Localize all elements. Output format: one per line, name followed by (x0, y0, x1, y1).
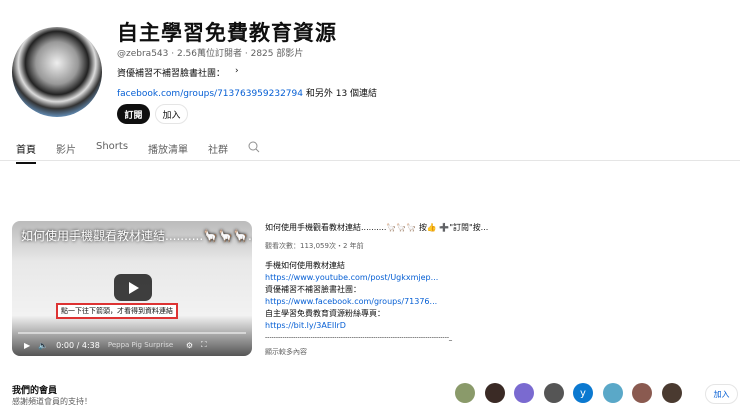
channel-title: 自主學習免費教育資源 (117, 21, 337, 45)
player-controls: ▶ 🔈 0:00 / 4:38 Peppa Pig Surprise（佩佩豬） … (12, 334, 252, 356)
description-link[interactable]: https://www.youtube.com/post/Ugkxmjep... (265, 272, 495, 284)
time-display: 0:00 / 4:38 (56, 340, 100, 350)
channel-handle: @zebra543 (117, 49, 169, 59)
settings-icon[interactable]: ⚙ (186, 341, 193, 350)
description-line: 資優補習不補習臉書社團： (265, 285, 361, 294)
join-button[interactable]: 加入 (155, 104, 188, 124)
member-avatar[interactable] (455, 383, 475, 403)
channel-meta: @zebra543 · 2.56萬位訂閱者 · 2825 部影片 (117, 49, 304, 59)
members-title: 我們的會員 (12, 386, 58, 396)
description-line: 自主學習免費教育資源粉絲專頁： (265, 309, 385, 318)
subscriber-count: 2.56萬位訂閱者 (176, 49, 243, 59)
more-links[interactable]: 和另外 13 個連結 (306, 89, 377, 99)
divider (0, 160, 740, 161)
play-button[interactable] (114, 274, 152, 301)
subscribe-button[interactable]: 訂閱 (117, 104, 150, 124)
next-video-title: Peppa Pig Surprise（佩佩豬） (107, 341, 178, 349)
member-avatar[interactable] (661, 383, 682, 403)
member-avatar[interactable] (632, 383, 652, 403)
member-avatar[interactable] (543, 383, 564, 403)
fullscreen-icon[interactable]: ⛶ (201, 340, 207, 350)
channel-avatar (12, 27, 102, 117)
channel-description-more[interactable]: 資優補習不補習臉書社團： › (117, 66, 239, 79)
channel-description: 資優補習不補習臉書社團： (117, 69, 226, 79)
member-avatar[interactable]: y (573, 383, 593, 403)
description-line: 手機如何使用教材連結 (265, 261, 345, 270)
video-count: 2825 部影片 (250, 49, 304, 59)
description-link[interactable]: https://bit.ly/3AEIlrD (265, 320, 495, 332)
video-title[interactable]: 如何使用手機觀看教材連結..........🦙🦙🦙... (21, 227, 252, 244)
play-icon[interactable]: ▶ (24, 341, 30, 350)
member-avatar[interactable] (602, 383, 623, 403)
show-more-link[interactable]: 顯示較多內容 (265, 346, 495, 358)
members-join-button[interactable]: 加入 (705, 384, 738, 404)
member-avatar[interactable] (514, 383, 534, 403)
overlay-note: 點一下往下箭頭，才看得到資料連結 (56, 303, 178, 319)
chevron-right-icon: › (235, 66, 239, 76)
video-description: 如何使用手機觀看教材連結..........🦙🦙🦙 按👍 ➕"訂閱"按... 觀… (265, 222, 495, 358)
featured-video-player[interactable]: 如何使用手機觀看教材連結..........🦙🦙🦙... 點一下往下箭頭，才看得… (12, 221, 252, 356)
description-link[interactable]: https://www.facebook.com/groups/71376... (265, 296, 495, 308)
video-stats: 觀看次數：113,059次・2 年前 (265, 242, 364, 250)
volume-icon[interactable]: 🔈 (38, 341, 48, 350)
description-separator: ----------------------------------------… (265, 334, 453, 341)
description-title[interactable]: 如何使用手機觀看教材連結..........🦙🦙🦙 按👍 ➕"訂閱"按... (265, 222, 495, 234)
channel-links: facebook.com/groups/713763959232794 和另外 … (117, 86, 377, 99)
member-avatar[interactable] (484, 383, 505, 403)
facebook-link[interactable]: facebook.com/groups/713763959232794 (117, 89, 303, 99)
members-subtitle: 感謝頻道會員的支持！ (12, 397, 92, 406)
